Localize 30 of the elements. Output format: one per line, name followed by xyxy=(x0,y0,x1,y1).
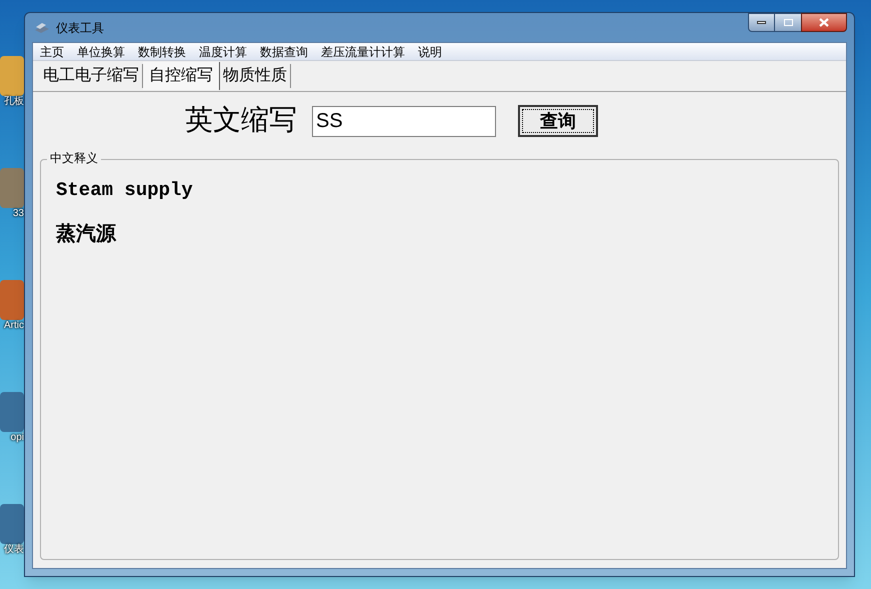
close-button[interactable] xyxy=(801,13,847,32)
menu-item[interactable]: 单位换算 xyxy=(77,42,125,60)
close-icon xyxy=(819,18,829,27)
app-icon xyxy=(34,20,50,34)
query-button[interactable]: 查询 xyxy=(518,105,598,137)
tab[interactable]: 物质性质 xyxy=(220,64,291,88)
menu-item[interactable]: 温度计算 xyxy=(199,42,247,60)
desktop-icon-label: opi xyxy=(10,432,24,444)
menu-item[interactable]: 差压流量计计算 xyxy=(321,42,405,60)
desktop-icon[interactable] xyxy=(0,280,24,320)
menu-item[interactable]: 说明 xyxy=(418,42,442,60)
tab[interactable]: 自控缩写 xyxy=(143,62,220,90)
chinese-meaning: 蒸汽源 xyxy=(56,222,118,246)
english-term: Steam supply xyxy=(56,178,194,203)
desktop-icon[interactable] xyxy=(0,504,24,544)
menu-item[interactable]: 数据查询 xyxy=(260,42,308,60)
menu-item[interactable]: 主页 xyxy=(40,42,64,60)
desktop-icon[interactable] xyxy=(0,56,24,96)
desktop-icon[interactable] xyxy=(0,392,24,432)
input-field[interactable]: SS xyxy=(312,106,496,136)
window-title: 仪表工具 xyxy=(56,20,104,36)
maximize-button[interactable] xyxy=(775,13,801,32)
field-label: 英文缩写 xyxy=(185,104,297,138)
desktop-icon-label: 孔板 xyxy=(4,96,24,108)
desktop-icon-label: 仪表 xyxy=(4,544,24,556)
group-box-title: 中文释义 xyxy=(47,152,101,164)
minimize-button[interactable] xyxy=(748,13,775,32)
desktop-icon-label: 33 xyxy=(12,208,24,220)
menu-item[interactable]: 数制转换 xyxy=(138,42,186,60)
desktop-icon-label: Artic xyxy=(4,320,24,332)
